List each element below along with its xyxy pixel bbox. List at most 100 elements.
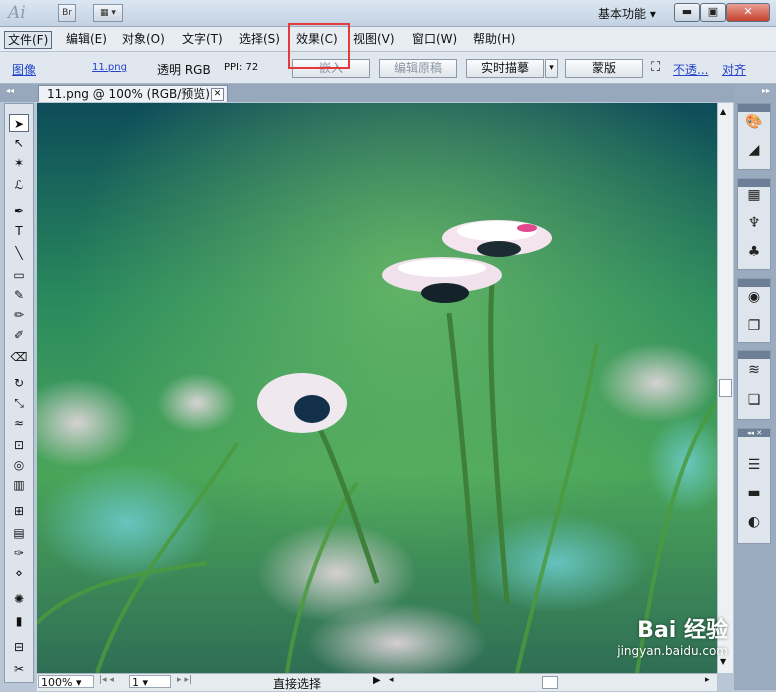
direct-selection-tool[interactable]: ↖ (9, 134, 29, 152)
menu-view[interactable]: 视图(V) (350, 31, 398, 47)
menu-edit[interactable]: 编辑(E) (63, 31, 110, 47)
selection-tool[interactable]: ➤ (9, 114, 29, 132)
color-panel-icon[interactable]: 🎨 (744, 112, 764, 132)
artboard-number: 1 (132, 676, 139, 689)
layers-icon[interactable]: ≋ (744, 360, 764, 380)
file-name-link[interactable]: 11.png (92, 62, 127, 73)
type-tool[interactable]: T (9, 222, 29, 240)
collapse-toolbox-icon[interactable]: ◂◂ (6, 86, 14, 95)
status-menu-icon[interactable]: ▶ (373, 675, 381, 686)
last-artboard-icon[interactable]: ▸ ▸| (177, 675, 192, 685)
first-artboard-icon[interactable]: |◂ ◂ (99, 675, 114, 685)
swatches-icon[interactable]: ▦ (744, 185, 764, 205)
expand-panels-icon[interactable]: ▸▸ (762, 86, 770, 95)
shape-builder-tool[interactable]: ◎ (9, 456, 29, 474)
align-link[interactable]: 对齐 (722, 61, 746, 78)
eyedropper-tool[interactable]: ✑ (9, 544, 29, 562)
menu-file[interactable]: 文件(F) (4, 31, 53, 49)
highlight-annotation (288, 23, 350, 69)
scroll-right-icon[interactable]: ▸ (705, 675, 710, 685)
graph-tool[interactable]: ▥ (9, 476, 29, 494)
slice-tool[interactable]: ✂ (9, 660, 29, 678)
close-button[interactable]: ✕ (726, 3, 770, 22)
graphic-styles-icon[interactable]: ◉ (744, 287, 764, 307)
status-bar: 100% ▾ |◂ ◂ 1 ▾ ▸ ▸| 直接选择 ▶ ◂ ▸ (37, 673, 717, 691)
document-canvas[interactable] (37, 103, 717, 673)
vertical-scrollbar[interactable]: ▲ ▼ (717, 103, 733, 673)
document-tab[interactable]: 11.png @ 100% (RGB/预览) ✕ (38, 85, 228, 102)
line-tool[interactable]: ╲ (9, 244, 29, 262)
color-mode-label: 透明 RGB (157, 63, 211, 77)
gradient-icon[interactable]: ▬ (744, 483, 764, 503)
minimize-button[interactable]: ▬ (674, 3, 700, 22)
scroll-up-icon[interactable]: ▲ (720, 107, 726, 116)
chevron-down-icon: ▾ (649, 7, 656, 21)
menu-help[interactable]: 帮助(H) (470, 31, 518, 47)
free-transform-tool[interactable]: ⊡ (9, 436, 29, 454)
symbols-icon[interactable]: ♣ (744, 242, 764, 262)
pen-tool[interactable]: ✒ (9, 202, 29, 220)
transparency-icon[interactable]: ◐ (744, 512, 764, 532)
scroll-left-icon[interactable]: ◂ (389, 675, 394, 685)
artboard-tool[interactable]: ⊟ (9, 638, 29, 656)
maximize-button[interactable]: ▣ (700, 3, 726, 22)
artboard-field[interactable]: 1 ▾ (129, 675, 171, 689)
magic-wand-tool[interactable]: ✶ (9, 154, 29, 172)
image-link[interactable]: 图像 (12, 61, 36, 78)
brushes-icon[interactable]: ♆ (744, 213, 764, 233)
menu-select[interactable]: 选择(S) (236, 31, 283, 47)
menu-object[interactable]: 对象(O) (119, 31, 168, 47)
current-tool-status[interactable]: 直接选择 (273, 675, 321, 692)
horizontal-scroll-thumb[interactable] (542, 676, 558, 689)
workspace-switcher[interactable]: 基本功能 ▾ (598, 5, 656, 22)
edit-original-button[interactable]: 编辑原稿 (379, 59, 457, 78)
zoom-value: 100% (41, 676, 73, 689)
document-tab-title: 11.png @ 100% (RGB/预览) (47, 87, 210, 101)
paintbrush-tool[interactable]: ✎ (9, 286, 29, 304)
ppi-label: PPI: 72 (224, 62, 259, 73)
daisy-small (257, 373, 347, 433)
toolbox: ➤ ↖ ✶ ℒ ✒ T ╲ ▭ ✎ ✏ ✐ ⌫ ↻ ⤡ ≈ ⊡ ◎ ▥ ⊞ ▤ ✑ ⋄ ✺ ▮ ⊟ ✂ (4, 103, 34, 683)
control-bar: 图像 11.png 透明 RGB PPI: 72 嵌入 编辑原稿 实时描摹 ▾ … (0, 52, 776, 84)
scale-tool[interactable]: ⤡ (9, 394, 29, 412)
live-trace-options-icon[interactable]: ▾ (545, 59, 558, 78)
warp-tool[interactable]: ≈ (9, 414, 29, 432)
appearance-icon[interactable]: ❐ (744, 316, 764, 336)
bridge-button[interactable]: Br (58, 4, 76, 22)
blob-brush-tool[interactable]: ✐ (9, 326, 29, 344)
close-icon[interactable]: ✕ (211, 88, 224, 101)
panel-grip[interactable] (738, 104, 770, 112)
panel-grip[interactable] (738, 279, 770, 287)
stroke-icon[interactable]: ☰ (744, 455, 764, 475)
live-trace-button[interactable]: 实时描摹 (466, 59, 544, 78)
lasso-tool[interactable]: ℒ (9, 176, 29, 194)
symbol-sprayer-tool[interactable]: ✺ (9, 590, 29, 608)
mesh-tool[interactable]: ⊞ (9, 502, 29, 520)
title-bar: Ai Br ▦ ▾ 基本功能 ▾ ▬ ▣ ✕ (0, 0, 776, 27)
vertical-scroll-thumb[interactable] (719, 379, 732, 397)
column-graph-tool[interactable]: ▮ (9, 612, 29, 630)
menu-type[interactable]: 文字(T) (179, 31, 226, 47)
workspace-label: 基本功能 (598, 7, 647, 21)
rotate-tool[interactable]: ↻ (9, 374, 29, 392)
zoom-field[interactable]: 100% ▾ (38, 675, 94, 689)
gradient-tool[interactable]: ▤ (9, 524, 29, 542)
artboards-icon[interactable]: ❏ (744, 390, 764, 410)
opacity-link[interactable]: 不透... (673, 61, 708, 78)
mask-button[interactable]: 蒙版 (565, 59, 643, 78)
blend-tool[interactable]: ⋄ (9, 564, 29, 582)
rectangle-tool[interactable]: ▭ (9, 266, 29, 284)
app-logo: Ai (8, 3, 26, 23)
arrange-documents-button[interactable]: ▦ ▾ (93, 4, 123, 22)
panel-grip[interactable] (738, 351, 770, 359)
scroll-down-icon[interactable]: ▼ (720, 657, 726, 666)
watermark-brand: Bai 经验 (637, 618, 728, 643)
eraser-tool[interactable]: ⌫ (9, 348, 29, 366)
panel-collapse-icon[interactable]: ◂◂ ✕ (747, 429, 762, 437)
transform-icon[interactable]: ⛶ (651, 60, 660, 75)
watermark-url: jingyan.baidu.com (617, 644, 728, 658)
color-guide-icon[interactable]: ◢ (744, 140, 764, 160)
pencil-tool[interactable]: ✏ (9, 306, 29, 324)
placed-photo (37, 103, 717, 673)
menu-window[interactable]: 窗口(W) (409, 31, 460, 47)
